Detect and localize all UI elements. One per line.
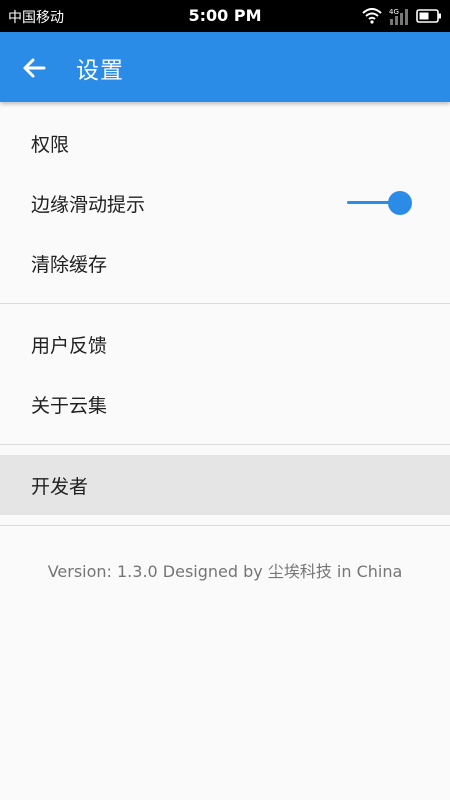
divider <box>0 303 450 304</box>
app-bar: 设置 <box>0 32 450 102</box>
settings-item-permissions[interactable]: 权限 <box>0 113 450 173</box>
status-bar: 中国移动 5:00 PM 4G <box>0 0 450 32</box>
settings-item-label: 权限 <box>31 133 70 156</box>
signal-icon: 4G <box>389 8 408 25</box>
status-icons: 4G <box>362 6 442 26</box>
divider <box>0 444 450 445</box>
settings-item-feedback[interactable]: 用户反馈 <box>0 314 450 374</box>
page-title: 设置 <box>76 58 124 84</box>
settings-item-label: 边缘滑动提示 <box>31 193 146 216</box>
edge-swipe-toggle[interactable] <box>347 189 413 217</box>
settings-item-label: 开发者 <box>31 475 89 498</box>
settings-item-developer[interactable]: 开发者 <box>0 455 450 515</box>
toggle-thumb[interactable] <box>388 191 412 215</box>
settings-list: 权限 边缘滑动提示 清除缓存 用户反馈 关于云集 开发者 <box>0 113 450 536</box>
version-footer: Version: 1.3.0 Designed by 尘埃科技 in China <box>47 562 403 581</box>
arrow-left-icon <box>23 58 46 78</box>
settings-item-clear-cache[interactable]: 清除缓存 <box>0 233 450 293</box>
settings-item-about[interactable]: 关于云集 <box>0 374 450 434</box>
battery-icon <box>416 9 441 23</box>
settings-item-edge-swipe-hint[interactable]: 边缘滑动提示 <box>0 173 450 233</box>
settings-item-label: 清除缓存 <box>31 253 108 276</box>
settings-item-label: 用户反馈 <box>31 334 108 357</box>
back-button[interactable] <box>18 52 50 84</box>
settings-item-label: 关于云集 <box>31 394 108 417</box>
wifi-icon <box>362 8 382 24</box>
divider <box>0 525 450 526</box>
network-type-label: 4G <box>389 8 399 16</box>
